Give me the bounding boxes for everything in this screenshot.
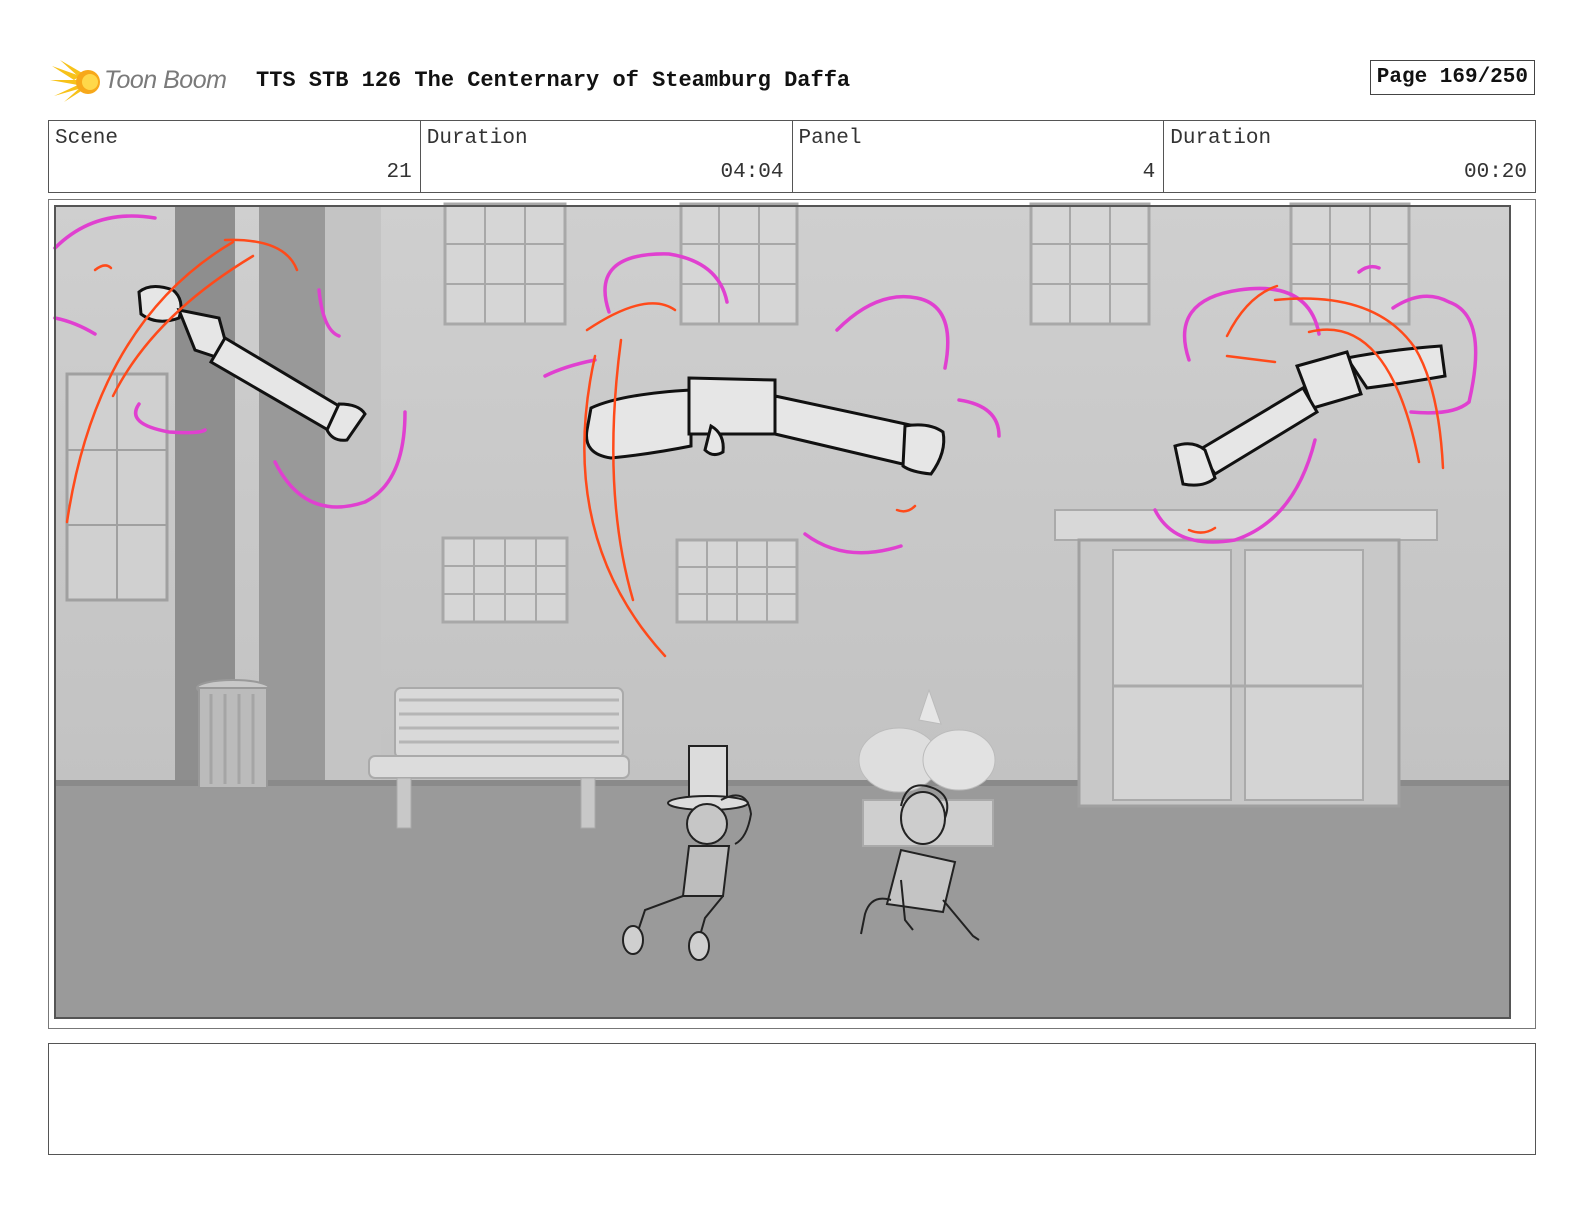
scene-label: Scene	[55, 127, 119, 150]
storyboard-panel	[48, 199, 1536, 1029]
page-header: Toon Boom TTS STB 126 The Centernary of …	[50, 58, 1535, 104]
panel-duration-value: 00:20	[1463, 161, 1527, 184]
scene-duration-label: Duration	[426, 127, 528, 150]
scene-duration-cell: Duration 04:04	[421, 121, 793, 192]
logo-text: Toon Boom	[104, 66, 227, 94]
panel-artwork	[53, 202, 1511, 1019]
toon-boom-logo: Toon Boom	[50, 58, 240, 104]
panel-label: Panel	[798, 127, 862, 150]
scene-cell: Scene 21	[49, 121, 421, 192]
panel-info-table: Scene 21 Duration 04:04 Panel 4 Duration…	[48, 120, 1536, 193]
panel-duration-label: Duration	[1170, 127, 1272, 150]
document-title: TTS STB 126 The Centernary of Steamburg …	[256, 68, 851, 93]
panel-duration-cell: Duration 00:20	[1164, 121, 1535, 192]
page-number: Page 169/250	[1369, 60, 1535, 95]
panel-value: 4	[1142, 161, 1156, 184]
panel-cell: Panel 4	[793, 121, 1165, 192]
panel-notes[interactable]	[48, 1043, 1536, 1155]
trash-can	[196, 679, 270, 789]
starburst-icon	[50, 60, 100, 102]
scene-duration-value: 04:04	[720, 161, 784, 184]
scene-value: 21	[386, 161, 412, 184]
sidewalk	[55, 780, 1510, 1018]
